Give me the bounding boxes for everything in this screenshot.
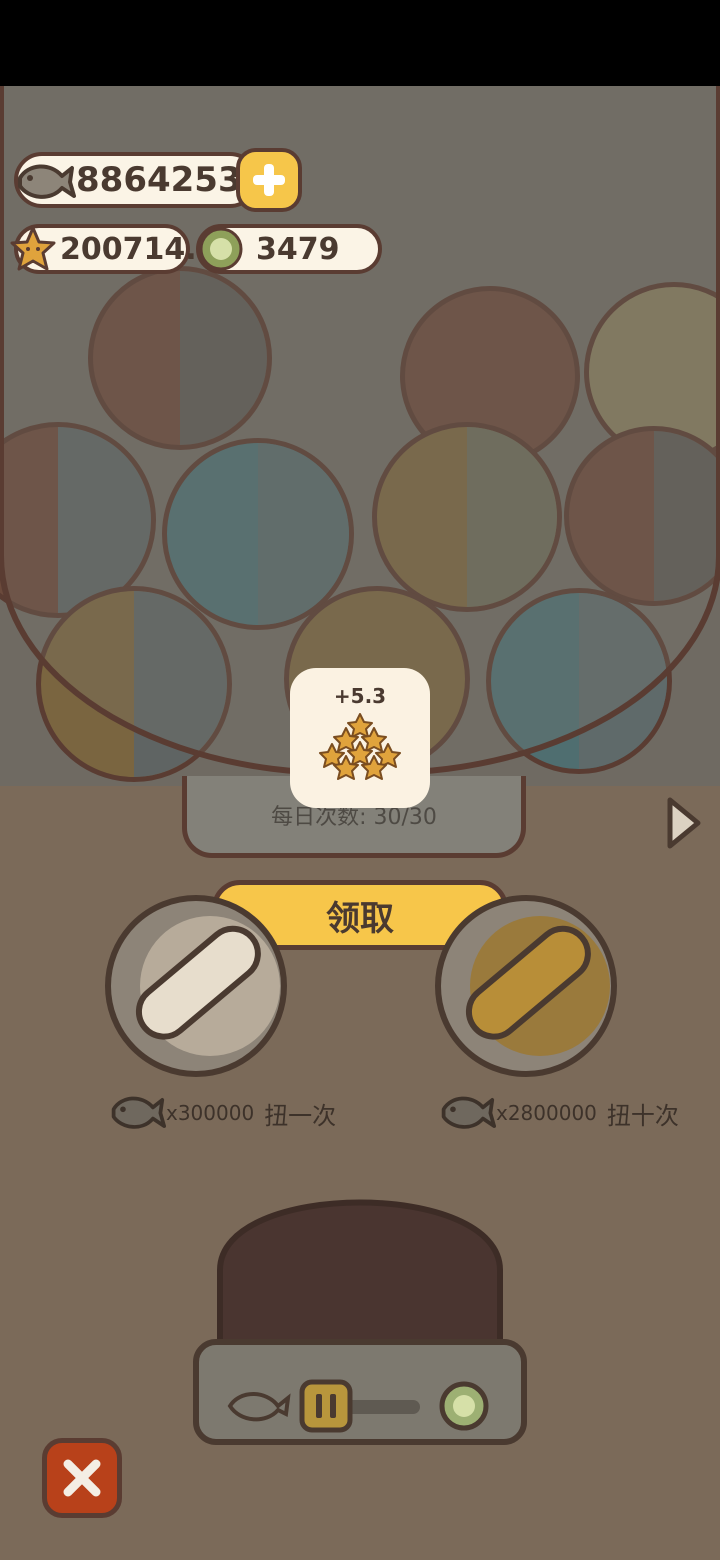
ten-spin-cost: x2800000 (496, 1101, 597, 1125)
reward-amount: +5.3 (333, 684, 387, 708)
coin-count: 3479 (256, 231, 340, 267)
star-pile-icon (319, 713, 401, 780)
single-spin-option[interactable]: x300000 扭一次 (108, 1088, 336, 1138)
close-button[interactable] (42, 1438, 122, 1518)
ten-spin-option[interactable]: x2800000 扭十次 (438, 1088, 679, 1138)
gacha-lever-machine[interactable] (190, 1160, 530, 1460)
star-count: 200714.5 (60, 231, 218, 267)
star-icon (10, 226, 56, 271)
claim-button-label: 领取 (326, 898, 394, 939)
fish-icon (18, 164, 76, 199)
reward-popup: +5.3 (290, 668, 430, 808)
single-spin-capsule[interactable] (100, 890, 292, 1082)
chevron-right-icon[interactable] (664, 794, 704, 852)
status-bar (0, 0, 720, 86)
plus-icon (253, 164, 285, 196)
single-spin-cost: x300000 (166, 1101, 255, 1125)
coin-icon (199, 227, 243, 271)
close-icon (63, 1459, 101, 1497)
ten-spin-capsule[interactable] (430, 890, 622, 1082)
lever-icon (299, 1379, 353, 1433)
fish-icon (111, 1096, 166, 1129)
add-fish-button[interactable] (236, 148, 302, 212)
fish-count: 8864253 (76, 160, 242, 200)
single-spin-label: 扭一次 (264, 1101, 337, 1130)
fish-icon (441, 1096, 496, 1129)
ten-spin-label: 扭十次 (606, 1101, 679, 1130)
